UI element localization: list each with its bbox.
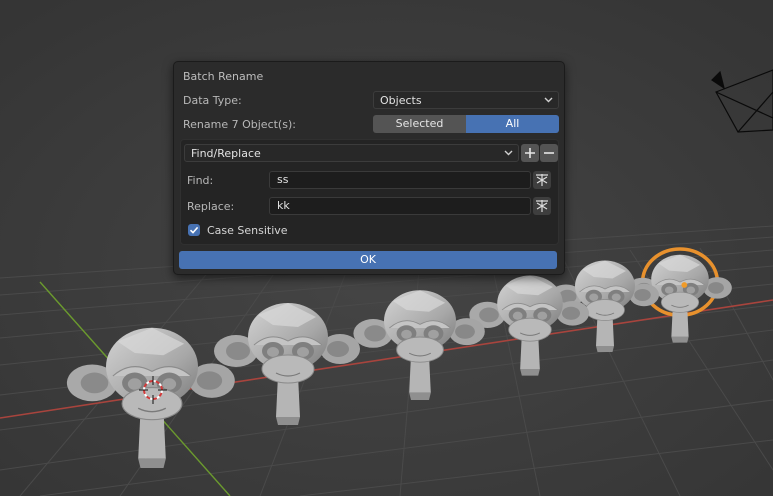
case-sensitive-checkbox[interactable] bbox=[188, 224, 200, 236]
replace-regex-toggle[interactable] bbox=[533, 197, 551, 215]
operation-type-value: Find/Replace bbox=[191, 147, 261, 160]
data-type-dropdown[interactable]: Objects bbox=[373, 91, 559, 109]
rename-count-label: Rename 7 Object(s): bbox=[183, 118, 296, 131]
batch-rename-dialog: Batch Rename Data Type: Objects Rename 7… bbox=[173, 61, 565, 275]
chevron-down-icon bbox=[544, 97, 553, 103]
remove-operation-button[interactable] bbox=[540, 144, 558, 162]
plus-icon bbox=[525, 148, 535, 158]
replace-field[interactable]: kk bbox=[269, 197, 531, 215]
scope-all-button[interactable]: All bbox=[466, 115, 559, 133]
rename-scope-toggle: Selected All bbox=[373, 115, 559, 133]
regex-asterisk-icon bbox=[536, 174, 548, 186]
dialog-title: Batch Rename bbox=[183, 70, 264, 83]
rename-operation-panel: Find/Replace Find: ss Replace: kk Case S… bbox=[180, 139, 559, 245]
checkmark-icon bbox=[189, 226, 199, 234]
find-field[interactable]: ss bbox=[269, 171, 531, 189]
case-sensitive-label: Case Sensitive bbox=[207, 224, 288, 237]
ok-button[interactable]: OK bbox=[179, 251, 557, 269]
minus-icon bbox=[544, 152, 554, 154]
find-label: Find: bbox=[187, 174, 214, 187]
find-regex-toggle[interactable] bbox=[533, 171, 551, 189]
regex-asterisk-icon bbox=[536, 200, 548, 212]
data-type-value: Objects bbox=[380, 94, 422, 107]
add-operation-button[interactable] bbox=[521, 144, 539, 162]
chevron-down-icon bbox=[504, 150, 513, 156]
operation-type-dropdown[interactable]: Find/Replace bbox=[184, 144, 519, 162]
data-type-label: Data Type: bbox=[183, 94, 242, 107]
scope-selected-button[interactable]: Selected bbox=[373, 115, 466, 133]
replace-label: Replace: bbox=[187, 200, 235, 213]
